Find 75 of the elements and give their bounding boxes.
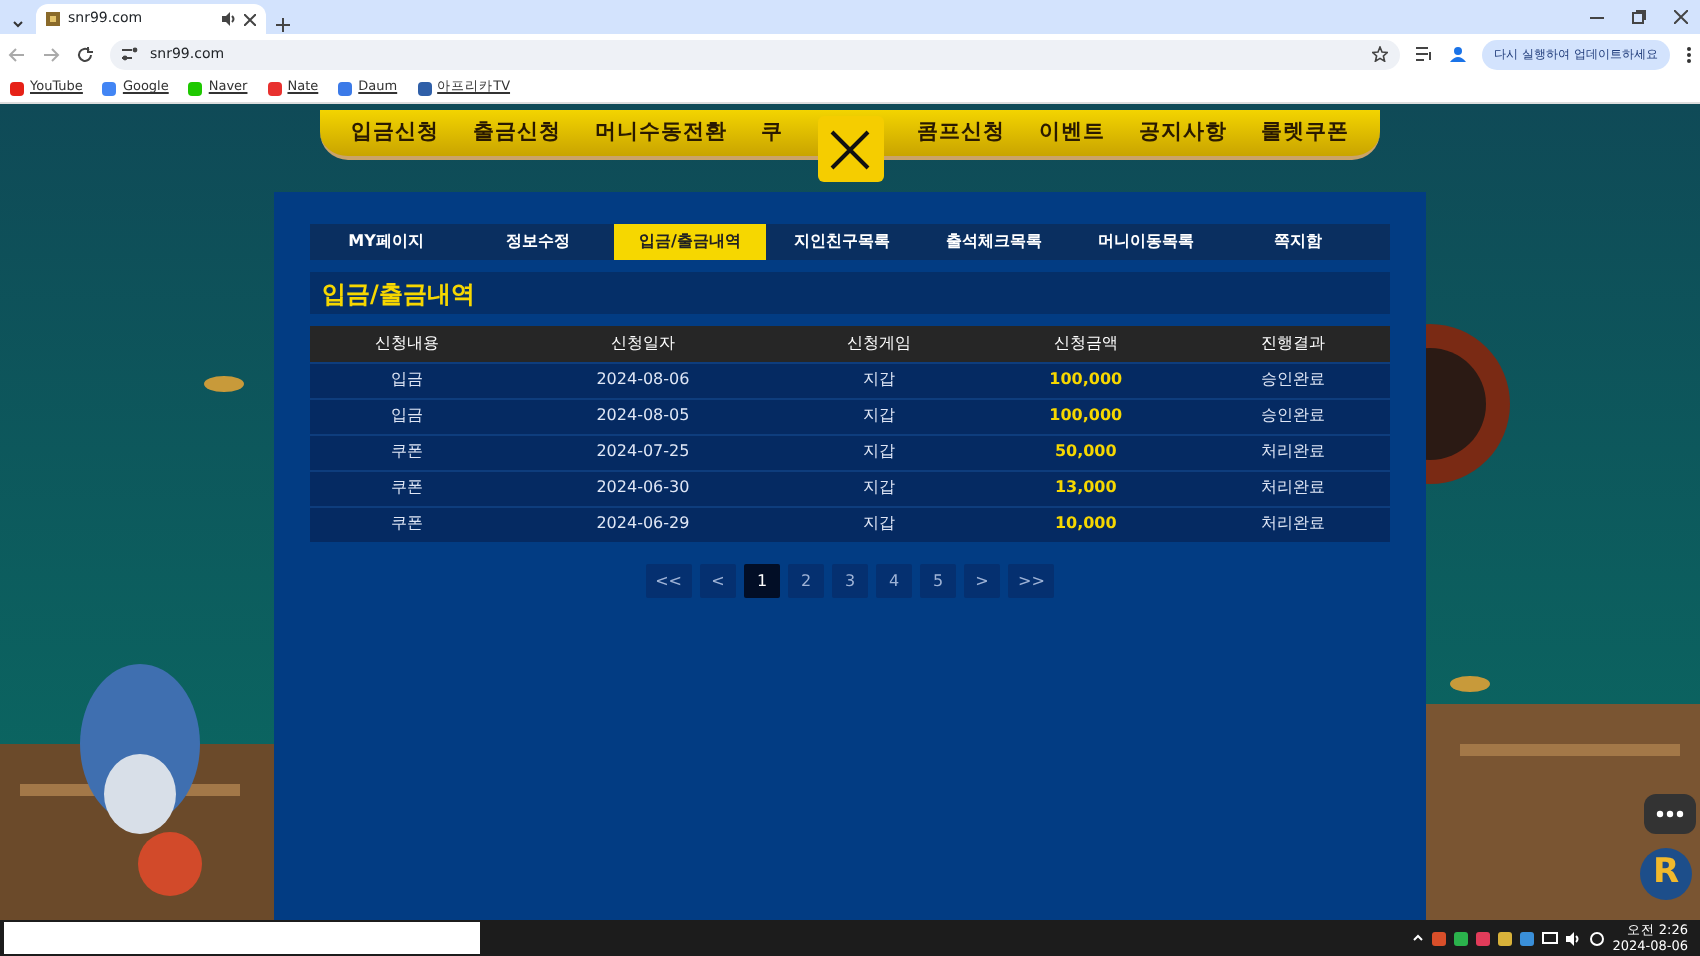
page-button[interactable]: 4	[876, 564, 912, 598]
table-cell: 처리완료	[1195, 434, 1390, 470]
page-button[interactable]: 2	[788, 564, 824, 598]
page-button[interactable]: >>	[1008, 564, 1055, 598]
nav-link[interactable]: 출금신청	[473, 117, 561, 149]
chevron-icon[interactable]	[1412, 932, 1425, 944]
tab[interactable]: 쪽지함	[1222, 224, 1374, 260]
table-cell: 2024-08-05	[504, 398, 782, 434]
table-cell: 2024-08-06	[504, 362, 782, 398]
table-cell: 입금	[310, 362, 505, 398]
table-cell: 승인완료	[1195, 398, 1390, 434]
tab[interactable]: 머니이동목록	[1070, 224, 1222, 260]
more-icon[interactable]	[1686, 45, 1692, 63]
table-cell: 지갑	[781, 434, 976, 470]
page-button[interactable]: 3	[832, 564, 868, 598]
tab[interactable]: 출석체크목록	[918, 224, 1070, 260]
more-icon	[1656, 810, 1684, 818]
reload-icon[interactable]	[76, 45, 94, 63]
site-settings-icon	[122, 46, 138, 62]
restore-icon[interactable]	[1632, 10, 1646, 24]
search-field[interactable]	[4, 922, 480, 954]
table-cell: 지갑	[781, 506, 976, 542]
table-cell: 처리완료	[1195, 506, 1390, 542]
table-cell: 2024-06-30	[504, 470, 782, 506]
profile-icon[interactable]	[1450, 46, 1467, 62]
chat-button[interactable]	[1644, 794, 1696, 834]
nav-link[interactable]: 머니수동전환	[595, 117, 727, 149]
table-cell: 쿠폰	[310, 506, 505, 542]
page-button[interactable]: 5	[920, 564, 956, 598]
tab[interactable]: 입금/출금내역	[614, 224, 766, 260]
table-cell: 100,000	[975, 398, 1196, 434]
close-icon	[830, 129, 870, 169]
nav-link[interactable]: 콤프신청	[917, 117, 1005, 149]
close-icon[interactable]	[1674, 10, 1688, 24]
page-button[interactable]: <	[700, 564, 736, 598]
close-icon[interactable]	[244, 13, 256, 25]
close-button[interactable]	[817, 116, 883, 182]
table-cell: 쿠폰	[310, 434, 505, 470]
nav-link[interactable]: 쿠	[761, 117, 783, 149]
page-button[interactable]: <<	[645, 564, 692, 598]
media-icon[interactable]	[1416, 46, 1435, 62]
tab[interactable]: 지인친구목록	[766, 224, 918, 260]
new-tab-icon[interactable]	[274, 16, 292, 34]
page-button[interactable]: 1	[744, 564, 780, 598]
tab[interactable]: 정보수정	[462, 224, 614, 260]
speaker-icon	[222, 12, 236, 26]
volume-icon[interactable]	[1566, 931, 1583, 945]
nav-link[interactable]: 입금신청	[351, 117, 439, 149]
table-cell: 쿠폰	[310, 470, 505, 506]
table-cell: 10,000	[975, 506, 1196, 542]
column-header: 신청내용	[310, 326, 505, 362]
star-icon[interactable]	[1372, 46, 1389, 62]
table-cell: 2024-06-29	[504, 506, 782, 542]
table-cell: 지갑	[781, 362, 976, 398]
table-cell: 100,000	[975, 362, 1196, 398]
table-cell: 50,000	[975, 434, 1196, 470]
table-cell: 승인완료	[1195, 362, 1390, 398]
column-header: 진행결과	[1195, 326, 1390, 362]
nav-link[interactable]: 공지사항	[1139, 117, 1227, 149]
table-cell: 2024-07-25	[504, 434, 782, 470]
table-cell: 지갑	[781, 398, 976, 434]
table-cell: 처리완료	[1195, 470, 1390, 506]
column-header: 신청게임	[781, 326, 976, 362]
table-cell: 13,000	[975, 470, 1196, 506]
section-title: 입금/출금내역	[322, 277, 475, 311]
tab[interactable]: MY페이지	[310, 224, 462, 260]
favicon-icon	[46, 12, 60, 26]
nav-link[interactable]: 이벤트	[1039, 117, 1105, 149]
status-icon[interactable]	[1590, 931, 1605, 945]
nav-link[interactable]: 룰렛쿠폰	[1261, 117, 1349, 149]
column-header: 신청일자	[504, 326, 782, 362]
table-cell: 입금	[310, 398, 505, 434]
table-cell: 지갑	[781, 470, 976, 506]
column-header: 신청금액	[975, 326, 1196, 362]
page-button[interactable]: >	[964, 564, 1000, 598]
